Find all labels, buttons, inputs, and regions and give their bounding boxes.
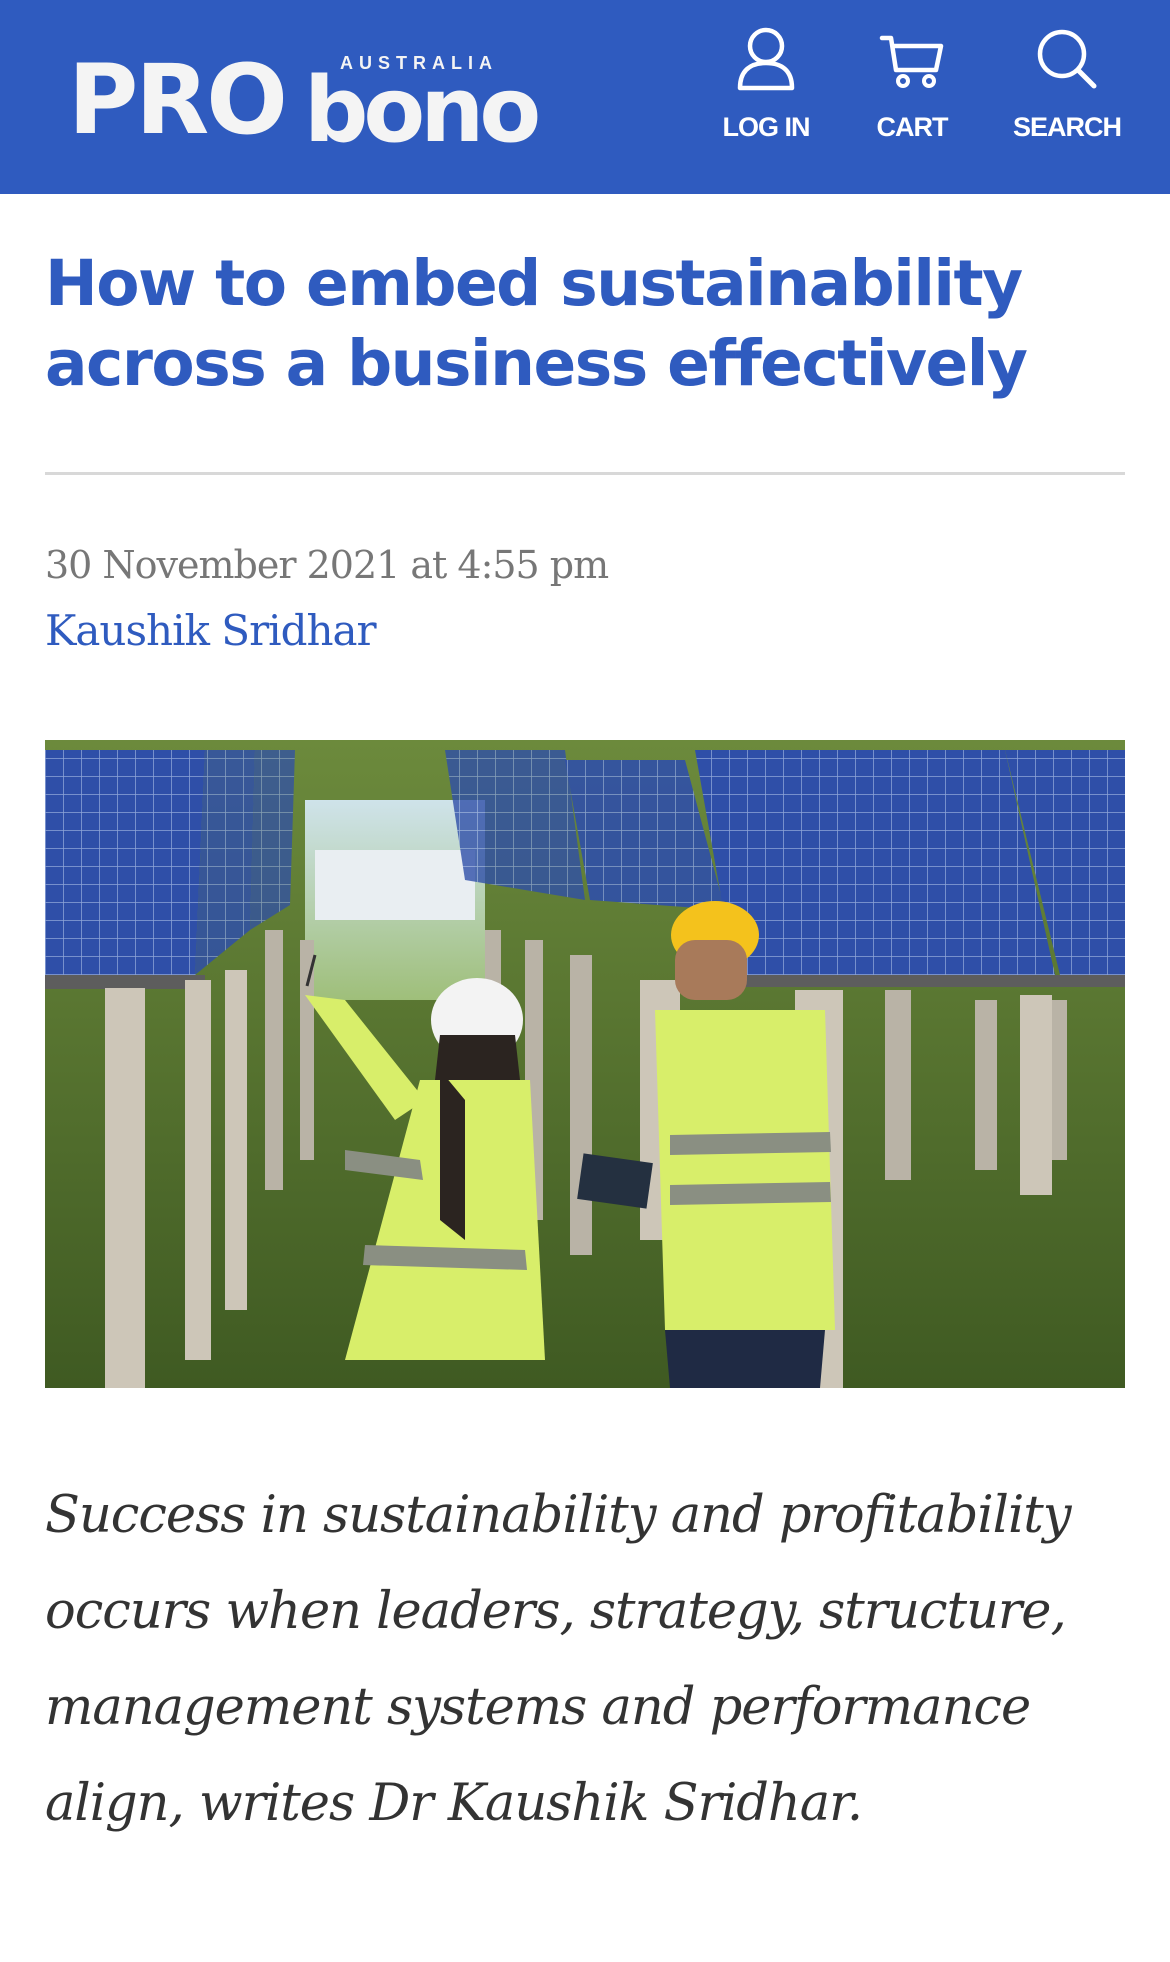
- hero-image-illustration: [45, 740, 1125, 1388]
- nav-cart-label: CART: [876, 112, 949, 142]
- site-header: PRO AUSTRALIA bono LOG IN CART SEARCH: [0, 0, 1170, 194]
- user-icon: [737, 27, 795, 91]
- cart-icon: [879, 35, 944, 88]
- hero-image: [45, 740, 1125, 1388]
- site-logo[interactable]: PRO AUSTRALIA bono: [68, 44, 541, 156]
- nav-login-label: LOG IN: [722, 112, 811, 142]
- article-date: 30 November 2021 at 4:55 pm: [45, 543, 609, 587]
- article-lede: Success in sustainability and profitabil…: [45, 1486, 1072, 1833]
- logo-bono-text: bono: [304, 58, 541, 163]
- nav-login-button[interactable]: LOG IN: [710, 26, 822, 166]
- author-link[interactable]: Kaushik Sridhar: [45, 606, 377, 655]
- article-title: How to embed sustainability across a bus…: [45, 247, 1028, 400]
- nav-search-button[interactable]: SEARCH: [1000, 26, 1134, 166]
- nav-search-label: SEARCH: [1012, 112, 1122, 142]
- nav-cart-button[interactable]: CART: [860, 26, 964, 166]
- logo-pro-text: PRO: [68, 44, 288, 156]
- search-icon: [1037, 29, 1097, 89]
- title-divider: [45, 472, 1125, 475]
